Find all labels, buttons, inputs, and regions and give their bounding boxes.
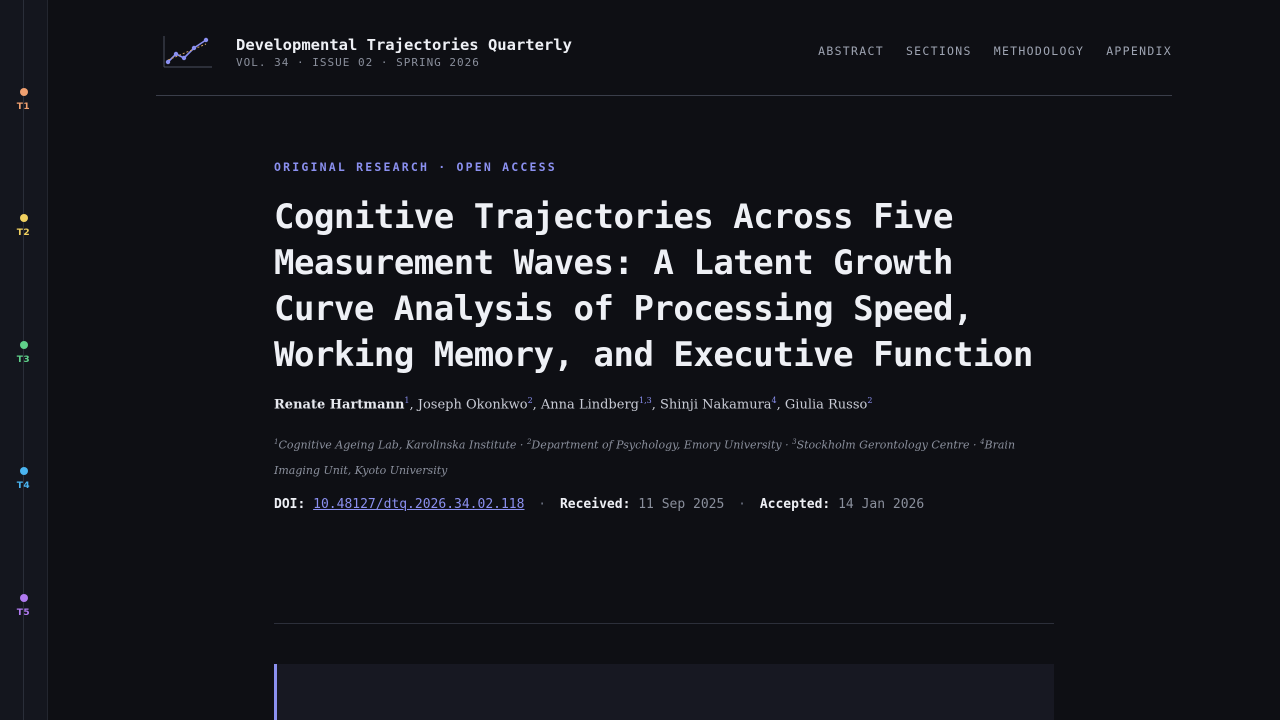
wave-label: T3: [16, 355, 31, 365]
affiliation: Cognitive Ageing Lab, Karolinska Institu…: [278, 438, 517, 452]
wave-dot: [20, 214, 28, 222]
doi-link[interactable]: 10.48127/dtq.2026.34.02.118: [313, 497, 524, 512]
wave-label: T4: [16, 481, 31, 491]
author-affil-sup: 2: [867, 396, 873, 405]
journal-header: Developmental Trajectories Quarterly VOL…: [156, 0, 1172, 96]
accepted-date: 14 Jan 2026: [838, 496, 925, 512]
nav-appendix[interactable]: APPENDIX: [1106, 44, 1172, 58]
author-affil-sup: 4: [771, 396, 777, 405]
wave-label: T1: [16, 102, 31, 112]
article-kicker: ORIGINAL RESEARCH · OPEN ACCESS: [274, 160, 557, 174]
author-affil-sup: 1: [404, 396, 410, 405]
wave-dot: [20, 594, 28, 602]
wave-timeline-rail: T1 T2 T3 T4 T5: [0, 0, 48, 720]
wave-label: T2: [16, 228, 31, 238]
wave-dot: [20, 467, 28, 475]
article-title: Cognitive Trajectories Across Five Measu…: [274, 197, 1033, 375]
trend-chart-icon[interactable]: [162, 34, 212, 70]
author-affil-sup: 2: [527, 396, 533, 405]
section-divider: [274, 623, 1054, 624]
author-name[interactable]: Giulia Russo: [785, 397, 867, 412]
separator: ·: [738, 496, 746, 512]
section-nav: ABSTRACT SECTIONS METHODOLOGY APPENDIX: [818, 44, 1172, 58]
affiliation: Department of Psychology, Emory Universi…: [531, 438, 782, 452]
author-name[interactable]: Anna Lindberg: [541, 397, 639, 412]
author-name[interactable]: Joseph Okonkwo: [418, 397, 528, 412]
author-name[interactable]: Renate Hartmann: [274, 397, 404, 412]
doi-label: DOI:: [274, 496, 306, 512]
journal-title: Developmental Trajectories Quarterly: [236, 36, 572, 54]
affiliation: Stockholm Gerontology Centre: [796, 438, 970, 452]
nav-sections[interactable]: SECTIONS: [906, 44, 972, 58]
article-header: ORIGINAL RESEARCH · OPEN ACCESS Cognitiv…: [274, 160, 1054, 512]
abstract-panel: [274, 664, 1054, 720]
author-name[interactable]: Shinji Nakamura: [660, 397, 772, 412]
accepted-label: Accepted:: [759, 496, 831, 512]
nav-abstract[interactable]: ABSTRACT: [818, 44, 884, 58]
separator: ·: [538, 496, 547, 512]
nav-methodology[interactable]: METHODOLOGY: [994, 44, 1084, 58]
publication-meta: DOI: 10.48127/dtq.2026.34.02.118 · Recei…: [274, 497, 1054, 512]
wave-dot: [20, 88, 28, 96]
author-affil-sup: 1,3: [638, 396, 652, 405]
received-date: 11 Sep 2025: [638, 496, 725, 512]
affiliation-list: 1Cognitive Ageing Lab, Karolinska Instit…: [274, 438, 1016, 477]
author-list: Renate Hartmann1, Joseph Okonkwo2, Anna …: [274, 396, 873, 413]
journal-issue-meta: VOL. 34 · ISSUE 02 · SPRING 2026: [236, 56, 480, 69]
received-label: Received:: [559, 496, 631, 512]
wave-label: T5: [16, 608, 31, 618]
wave-dot: [20, 341, 28, 349]
